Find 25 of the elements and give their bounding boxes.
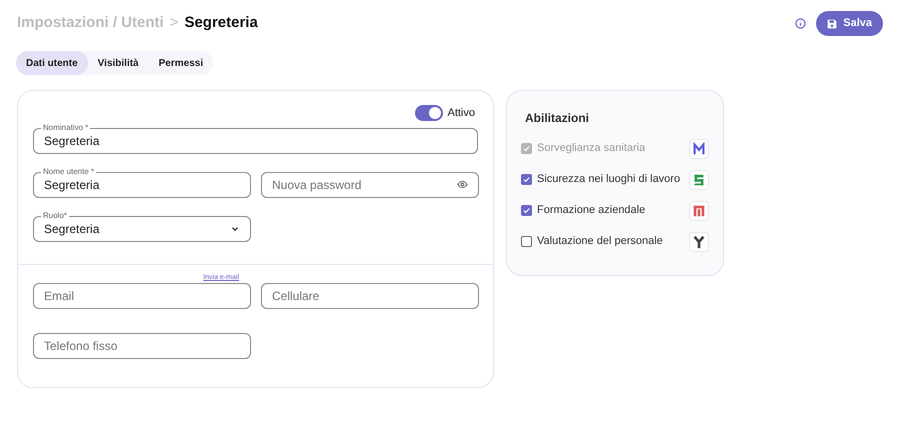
field-label: Nominativo * <box>41 122 90 132</box>
field-label: Nome utente * <box>41 166 96 176</box>
checkbox-label: Formazione aziendale <box>537 203 646 218</box>
tab[interactable]: Permessi <box>148 51 214 75</box>
tab[interactable]: Dati utente <box>16 51 88 75</box>
input-field[interactable]: Telefono fisso <box>33 332 251 358</box>
active-toggle[interactable] <box>415 105 444 122</box>
input-field[interactable]: Nuova password <box>261 172 479 198</box>
input-field[interactable]: Email <box>33 282 251 308</box>
card-title: Abilitazioni <box>525 110 590 127</box>
field-label: Ruolo* <box>41 210 70 220</box>
info-icon[interactable] <box>795 18 806 29</box>
eye-icon[interactable] <box>457 179 468 190</box>
input-field[interactable]: Cellulare <box>261 282 479 308</box>
checkbox-label: Sorveglianza sanitaria <box>537 141 646 156</box>
save-button[interactable]: Salva <box>816 11 883 36</box>
checkbox[interactable] <box>521 236 532 247</box>
checkbox-label: Valutazione del personale <box>537 234 663 250</box>
breadcrumb-separator: > <box>170 13 178 34</box>
toggle-label: Attivo <box>447 106 475 121</box>
checkbox-label: Sicurezza nei luoghi di lavoro <box>537 172 680 188</box>
tab[interactable]: Visibilità <box>88 51 149 75</box>
checkbox[interactable] <box>521 205 532 216</box>
checkbox[interactable] <box>521 174 532 185</box>
page-title: Segreteria <box>184 13 258 34</box>
